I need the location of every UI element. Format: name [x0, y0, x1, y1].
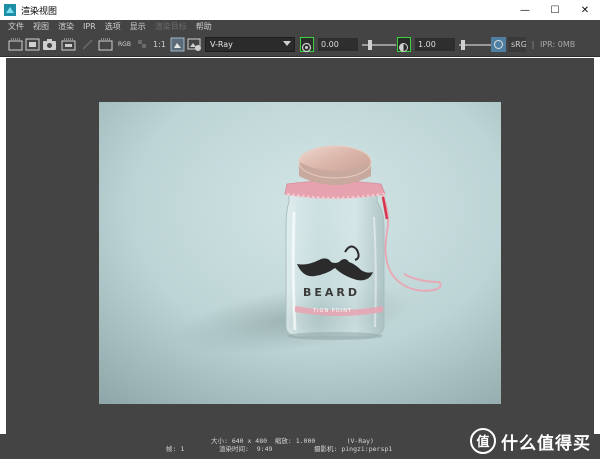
menu-bar: 文件 视图 渲染 IPR 选项 显示 渲染目标 帮助 [0, 20, 600, 33]
color-management-icon[interactable] [491, 37, 506, 52]
svg-text:值: 值 [476, 434, 489, 450]
keep-image-icon[interactable] [61, 37, 76, 52]
menu-options[interactable]: 选项 [105, 20, 121, 33]
watermark: 值 什么值得买 [470, 427, 598, 455]
display-region-icon[interactable] [98, 37, 113, 52]
render-time-info: 渲染时间: 9:49 [219, 445, 273, 453]
close-button[interactable]: ✕ [570, 0, 600, 20]
window-controls: — ☐ ✕ [510, 0, 600, 20]
window-title: 渲染视图 [21, 6, 58, 17]
bottle-ribbon-text: TION POINT [312, 308, 352, 314]
menu-render[interactable]: 渲染 [58, 20, 74, 33]
maximize-button[interactable]: ☐ [540, 0, 570, 20]
rendered-image: BEARD TION POINT [99, 102, 501, 404]
renderer-dropdown[interactable]: V-Ray [205, 37, 295, 52]
gamma-field[interactable]: 1.00 [415, 38, 455, 51]
title-bar: 渲染视图 — ☐ ✕ [0, 0, 600, 20]
chevron-down-icon [283, 41, 291, 46]
watermark-text: 什么值得买 [501, 433, 591, 454]
frame-info: 帧: 1 [166, 445, 185, 453]
exposure-slider-handle[interactable] [368, 40, 372, 50]
aperture-icon [301, 42, 312, 53]
exposure-field[interactable]: 0.00 [318, 38, 358, 51]
remove-image-icon [82, 39, 93, 50]
gamma-icon [399, 43, 408, 52]
snapshot-view-icon[interactable] [187, 37, 202, 52]
ipr-memory-label: IPR: 0MB [540, 40, 576, 49]
pause-icon: ‖ [531, 40, 535, 49]
gamma-toggle[interactable] [397, 37, 411, 52]
menu-ipr[interactable]: IPR [83, 20, 96, 33]
fit-image-icon[interactable] [170, 37, 185, 52]
render-region-icon[interactable] [8, 37, 23, 52]
render-viewport[interactable]: BEARD TION POINT [6, 58, 594, 450]
menu-help[interactable]: 帮助 [196, 20, 212, 33]
toolbar: RGB 1:1 V-Ray 0.00 1.00 sRG ‖ IPR: 0MB [0, 33, 600, 57]
snapshot-camera-icon[interactable] [42, 37, 57, 52]
color-space-field[interactable]: sRG [508, 37, 526, 52]
menu-view[interactable]: 视图 [33, 20, 49, 33]
renderer-value: V-Ray [210, 40, 233, 49]
rendered-bottle-image: BEARD TION POINT [99, 102, 501, 404]
menu-display[interactable]: 显示 [130, 20, 146, 33]
minimize-button[interactable]: — [510, 0, 540, 20]
camera-info: 摄影机: pingzi:persp1 [314, 445, 393, 453]
menu-file[interactable]: 文件 [8, 20, 24, 33]
app-icon [4, 4, 16, 16]
render-frame-icon[interactable] [25, 37, 40, 52]
gamma-slider-handle[interactable] [461, 40, 465, 50]
alpha-channel-icon [138, 40, 146, 48]
watermark-logo-icon: 值 [470, 428, 496, 454]
real-size-button[interactable]: 1:1 [153, 40, 166, 49]
exposure-toggle[interactable] [300, 37, 314, 53]
menu-render-targets: 渲染目标 [154, 22, 187, 31]
bottle-label-text: BEARD [303, 286, 360, 299]
rgb-channel-button[interactable]: RGB [118, 41, 131, 48]
